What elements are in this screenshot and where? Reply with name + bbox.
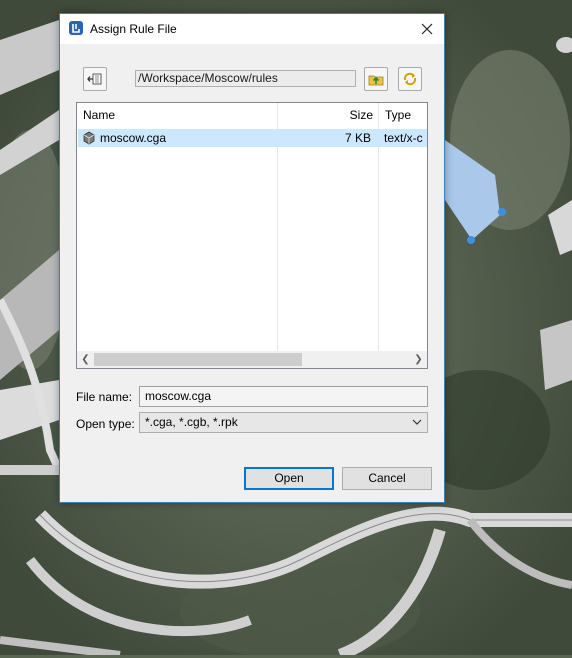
cga-file-icon [82, 131, 96, 145]
close-button[interactable] [410, 14, 444, 44]
title-bar[interactable]: Assign Rule File [60, 14, 444, 44]
dialog-title: Assign Rule File [90, 22, 177, 36]
column-header-name[interactable]: Name [77, 103, 279, 128]
file-name-cell: moscow.cga [100, 131, 167, 145]
open-type-label: Open type: [76, 417, 135, 431]
open-type-select[interactable]: *.cga, *.cgb, *.rpk [139, 412, 428, 433]
cityengine-app-icon [69, 21, 83, 35]
up-folder-icon [368, 75, 384, 86]
scroll-left-icon[interactable]: ❮ [77, 351, 94, 368]
path-field[interactable]: /Workspace/Moscow/rules [135, 70, 356, 87]
table-row[interactable]: moscow.cga 7 KB text/x-c [78, 129, 427, 147]
file-list[interactable]: Name Size Type moscow.cga 7 KB text/x-c … [76, 102, 428, 369]
open-button[interactable]: Open [244, 467, 334, 490]
file-name-field[interactable]: moscow.cga [139, 386, 428, 407]
file-name-label: File name: [76, 390, 133, 404]
assign-rule-file-dialog: Assign Rule File /Workspace/Moscow/rules [59, 13, 445, 503]
file-type-cell: text/x-c [384, 131, 423, 145]
horizontal-scrollbar[interactable]: ❮ ❯ [77, 351, 427, 368]
scrollbar-thumb[interactable] [94, 353, 302, 366]
file-size-cell: 7 KB [344, 131, 371, 145]
refresh-icon [403, 72, 417, 86]
scroll-right-icon[interactable]: ❯ [410, 351, 427, 368]
back-arrow-icon [87, 73, 102, 85]
column-header-size[interactable]: Size [279, 103, 379, 128]
up-folder-button[interactable] [364, 67, 388, 91]
close-icon [421, 23, 433, 35]
open-type-value: *.cga, *.cgb, *.rpk [145, 415, 238, 429]
cancel-button[interactable]: Cancel [342, 467, 432, 490]
back-button[interactable] [83, 67, 107, 91]
chevron-down-icon [412, 419, 422, 425]
refresh-button[interactable] [398, 67, 422, 91]
column-header-type[interactable]: Type [379, 103, 427, 128]
